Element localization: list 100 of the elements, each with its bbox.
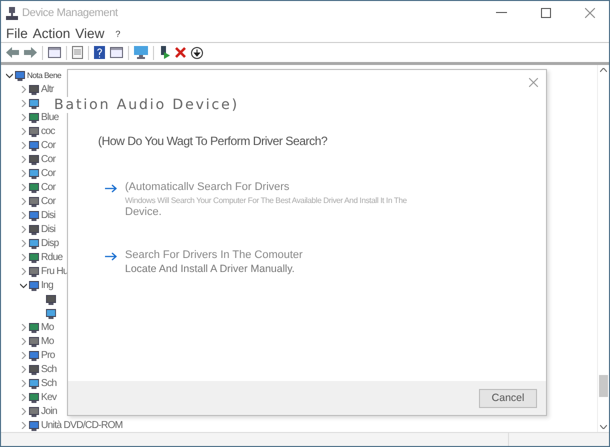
caret-right-icon[interactable] xyxy=(20,86,27,92)
device-icon xyxy=(29,168,39,178)
caret-right-icon[interactable] xyxy=(20,352,27,358)
device-icon xyxy=(29,140,39,150)
arrow-icon xyxy=(105,252,117,261)
caret-right-icon[interactable] xyxy=(20,212,27,218)
device-icon xyxy=(29,196,39,206)
tree-item[interactable]: Sch xyxy=(41,378,56,388)
tree-item[interactable]: coc xyxy=(41,126,55,136)
tree-item[interactable]: Cor xyxy=(41,168,56,178)
window-icon[interactable] xyxy=(110,47,123,58)
menu-item[interactable]: File xyxy=(6,26,28,41)
tree-item[interactable]: Cor xyxy=(41,196,56,206)
caret-right-icon[interactable] xyxy=(20,156,27,162)
device-icon xyxy=(29,364,39,374)
window-title: Device Management xyxy=(22,7,118,19)
device-icon xyxy=(29,280,39,290)
tree-item[interactable]: Kev xyxy=(41,392,56,402)
caret-right-icon[interactable] xyxy=(20,338,27,344)
caret-right-icon[interactable] xyxy=(20,114,27,120)
tree-item[interactable]: Mo xyxy=(41,336,54,346)
caret-right-icon[interactable] xyxy=(20,100,27,106)
tree-item[interactable]: Disi xyxy=(41,210,56,220)
device-icon xyxy=(29,378,39,388)
device-icon xyxy=(29,112,39,122)
tree-item[interactable]: Sch xyxy=(41,364,56,374)
forward-arrow-icon[interactable] xyxy=(24,47,37,58)
caret-right-icon[interactable] xyxy=(20,128,27,134)
caret-right-icon[interactable] xyxy=(20,254,27,260)
caret-right-icon[interactable] xyxy=(20,170,27,176)
option-link[interactable]: Search For Drivers In The Comouter xyxy=(125,249,303,261)
device-icon xyxy=(29,322,39,332)
minimize-icon[interactable] xyxy=(496,12,507,14)
monitor-icon[interactable] xyxy=(134,46,148,59)
cancel-button[interactable]: Cancel xyxy=(479,388,537,408)
device-icon xyxy=(29,406,39,416)
tree-item[interactable]: Disp xyxy=(41,238,59,248)
tree-item[interactable]: Blue xyxy=(41,112,59,122)
device-icon xyxy=(29,126,39,136)
menu-item[interactable]: ? xyxy=(115,28,120,38)
menu-item[interactable]: Action xyxy=(32,26,70,41)
tree-item[interactable]: Nota Bene xyxy=(27,70,62,80)
device-icon xyxy=(29,336,39,346)
caret-right-icon[interactable] xyxy=(20,240,27,246)
arrow-icon xyxy=(105,184,117,193)
caret-down-icon[interactable] xyxy=(6,72,13,78)
window-icon[interactable] xyxy=(48,47,61,58)
back-arrow-icon[interactable] xyxy=(6,47,19,58)
device-icon xyxy=(15,70,25,80)
download-icon[interactable] xyxy=(191,46,203,58)
maximize-icon[interactable] xyxy=(541,8,551,18)
tree-item[interactable]: Unità DVD/CD-ROM xyxy=(41,420,123,430)
plug-icon[interactable] xyxy=(159,46,170,59)
tree-item[interactable]: Join xyxy=(41,406,57,416)
device-icon xyxy=(29,266,39,276)
scrollbar[interactable] xyxy=(597,65,609,432)
option-description: Device. xyxy=(125,206,163,218)
caret-right-icon[interactable] xyxy=(20,422,27,428)
caret-right-icon[interactable] xyxy=(20,380,27,386)
caret-right-icon[interactable] xyxy=(20,142,27,148)
device-icon xyxy=(29,252,39,262)
device-icon xyxy=(29,84,39,94)
tree-item[interactable]: Rdue xyxy=(41,252,63,262)
device-icon xyxy=(29,420,39,430)
device-icon xyxy=(46,294,56,304)
tree-item[interactable]: Ing xyxy=(41,280,54,290)
caret-up-icon[interactable] xyxy=(600,68,607,72)
computer-icon xyxy=(6,6,18,20)
caret-right-icon[interactable] xyxy=(20,408,27,414)
tree-item[interactable]: Pro xyxy=(41,350,55,360)
delete-icon[interactable] xyxy=(175,47,186,58)
device-icon xyxy=(29,350,39,360)
page-icon[interactable] xyxy=(72,46,83,59)
tree-item[interactable]: Disi xyxy=(41,224,56,234)
option-description: Windows Will Search Your Computer For The Best Available Driver And Install It In The xyxy=(125,196,407,205)
device-icon xyxy=(29,210,39,220)
tree-item[interactable]: Mo xyxy=(41,322,54,332)
option-link[interactable]: (Automaticallv Search For Drivers xyxy=(125,181,407,193)
caret-right-icon[interactable] xyxy=(20,184,27,190)
device-icon xyxy=(46,308,56,318)
caret-right-icon[interactable] xyxy=(20,268,27,274)
device-icon xyxy=(29,98,39,108)
tree-item[interactable]: Cor xyxy=(41,182,56,192)
caret-down-icon[interactable] xyxy=(600,425,607,429)
tree-item[interactable]: Altr xyxy=(41,84,54,94)
close-icon[interactable] xyxy=(529,78,538,87)
caret-right-icon[interactable] xyxy=(20,324,27,330)
help-icon[interactable] xyxy=(94,46,105,59)
caret-right-icon[interactable] xyxy=(20,226,27,232)
scrollbar-thumb[interactable] xyxy=(599,375,608,397)
caret-down-icon[interactable] xyxy=(20,282,27,288)
device-icon xyxy=(29,238,39,248)
device-icon xyxy=(29,182,39,192)
tree-item[interactable]: Cor xyxy=(41,154,56,164)
caret-right-icon[interactable] xyxy=(20,366,27,372)
tree-item[interactable]: Cor xyxy=(41,140,56,150)
menu-item[interactable]: View xyxy=(75,26,104,41)
caret-right-icon[interactable] xyxy=(20,198,27,204)
caret-right-icon[interactable] xyxy=(20,394,27,400)
close-icon[interactable] xyxy=(585,8,595,18)
